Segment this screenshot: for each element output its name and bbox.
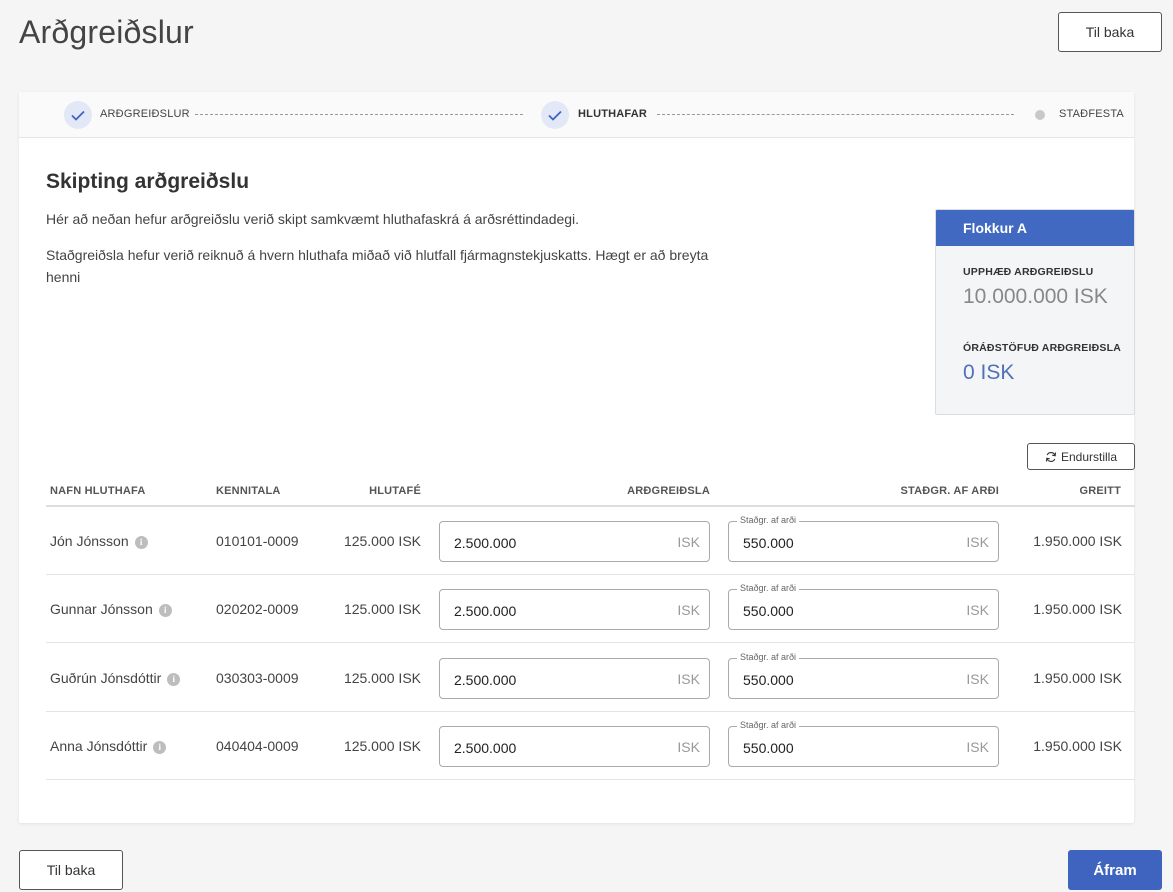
main-card: ARÐGREIÐSLUR HLUTHAFAR STAÐFESTA Skiptin… bbox=[19, 92, 1135, 823]
next-button[interactable]: Áfram bbox=[1068, 850, 1162, 890]
info-icon[interactable]: i bbox=[153, 740, 167, 754]
header-name: NAFN HLUTHAFA bbox=[50, 485, 146, 497]
step-1-label: ARÐGREIÐSLUR bbox=[100, 108, 190, 120]
greitt-cell: 1.950.000 ISK bbox=[1033, 601, 1122, 617]
back-button-top[interactable]: Til baka bbox=[1058, 12, 1162, 52]
step-connector-2 bbox=[657, 114, 1014, 115]
shareholder-name-text: Anna Jónsdóttir bbox=[50, 738, 148, 754]
hlutafe-cell: 125.000 ISK bbox=[343, 738, 421, 754]
hlutafe-cell: 125.000 ISK bbox=[343, 533, 421, 549]
greitt-cell: 1.950.000 ISK bbox=[1033, 670, 1122, 686]
page-title: Arðgreiðslur bbox=[19, 14, 194, 50]
info-icon[interactable]: i bbox=[134, 535, 148, 549]
description-2-line-2: henni bbox=[46, 269, 81, 285]
shareholder-name-text: Guðrún Jónsdóttir bbox=[50, 670, 162, 686]
stadgr-value: 550.000 bbox=[743, 740, 794, 756]
greitt-cell: 1.950.000 ISK bbox=[1033, 533, 1122, 549]
ardgreidsla-unit: ISK bbox=[677, 671, 700, 687]
header-stadgr: STAÐGR. AF ARÐI bbox=[900, 485, 999, 497]
stadgr-value: 550.000 bbox=[743, 603, 794, 619]
stadgr-value: 550.000 bbox=[743, 535, 794, 551]
kennitala-cell: 010101-0009 bbox=[216, 533, 299, 549]
step-1-check-icon bbox=[64, 101, 92, 129]
kennitala-cell: 040404-0009 bbox=[216, 738, 299, 754]
stadgr-unit: ISK bbox=[966, 602, 989, 618]
info-icon[interactable]: i bbox=[158, 603, 172, 617]
refresh-icon bbox=[1045, 451, 1057, 462]
ardgreidsla-value: 2.500.000 bbox=[454, 603, 517, 619]
stadgr-unit: ISK bbox=[966, 739, 989, 755]
shareholder-name-text: Gunnar Jónsson bbox=[50, 601, 153, 617]
amount-value: 10.000.000 ISK bbox=[963, 285, 1108, 308]
step-3-label: STAÐFESTA bbox=[1059, 108, 1124, 120]
stadgr-input[interactable]: Staðgr. af arði 550.000 ISK bbox=[728, 515, 999, 562]
step-connector-1 bbox=[195, 114, 523, 115]
header-hlutafe: HLUTAFÉ bbox=[369, 485, 421, 497]
hlutafe-cell: 125.000 ISK bbox=[343, 670, 421, 686]
back-button-bottom[interactable]: Til baka bbox=[19, 850, 123, 890]
section-title: Skipting arðgreiðslu bbox=[46, 170, 250, 193]
amount-label: UPPHÆÐ ARÐGREIÐSLU bbox=[963, 266, 1094, 278]
ardgreidsla-input[interactable]: 2.500.000 ISK bbox=[439, 521, 710, 562]
ardgreidsla-unit: ISK bbox=[677, 534, 700, 550]
stadgr-unit: ISK bbox=[966, 671, 989, 687]
stepper: ARÐGREIÐSLUR HLUTHAFAR STAÐFESTA bbox=[19, 92, 1134, 138]
step-2-check-icon bbox=[541, 101, 569, 129]
step-2-label: HLUTHAFAR bbox=[578, 108, 648, 120]
ardgreidsla-unit: ISK bbox=[677, 602, 700, 618]
stadgr-float-label: Staðgr. af arði bbox=[737, 720, 800, 730]
ardgreidsla-input[interactable]: 2.500.000 ISK bbox=[439, 726, 710, 767]
ardgreidsla-input[interactable]: 2.500.000 ISK bbox=[439, 589, 710, 630]
header-kennitala: KENNITALA bbox=[216, 485, 281, 497]
kennitala-cell: 030303-0009 bbox=[216, 670, 299, 686]
unallocated-label: ÓRÁÐSTÖFUÐ ARÐGREIÐSLA bbox=[963, 342, 1122, 354]
summary-box: Flokkur A UPPHÆÐ ARÐGREIÐSLU 10.000.000 … bbox=[935, 209, 1135, 415]
shareholder-name: Gunnar Jónsson i bbox=[50, 601, 172, 617]
stadgr-float-label: Staðgr. af arði bbox=[737, 652, 800, 662]
table-row: Gunnar Jónsson i 020202-0009 125.000 ISK 2.5… bbox=[46, 575, 1135, 643]
description-2-line-1: Staðgreiðsla hefur verið reiknuð á hvern… bbox=[46, 247, 709, 263]
unallocated-value: 0 ISK bbox=[963, 361, 1015, 384]
shareholder-name: Jón Jónsson i bbox=[50, 533, 148, 549]
hlutafe-cell: 125.000 ISK bbox=[343, 601, 421, 617]
shareholder-name-text: Jón Jónsson bbox=[50, 533, 129, 549]
stadgr-float-label: Staðgr. af arði bbox=[737, 583, 800, 593]
table-row: Anna Jónsdóttir i 040404-0009 125.000 ISK 2.… bbox=[46, 712, 1135, 780]
ardgreidsla-input[interactable]: 2.500.000 ISK bbox=[439, 658, 710, 699]
greitt-cell: 1.950.000 ISK bbox=[1033, 738, 1122, 754]
reset-label: Endurstilla bbox=[1060, 449, 1118, 464]
stadgr-float-label: Staðgr. af arði bbox=[737, 515, 800, 525]
header-greitt: GREITT bbox=[1079, 485, 1121, 497]
ardgreidsla-unit: ISK bbox=[677, 739, 700, 755]
description-1: Hér að neðan hefur arðgreiðslu verið ski… bbox=[46, 211, 580, 227]
stadgr-input[interactable]: Staðgr. af arði 550.000 ISK bbox=[728, 583, 999, 630]
info-icon[interactable]: i bbox=[167, 672, 181, 686]
shareholder-name: Anna Jónsdóttir i bbox=[50, 738, 167, 754]
shareholder-name: Guðrún Jónsdóttir i bbox=[50, 670, 181, 686]
stadgr-input[interactable]: Staðgr. af arði 550.000 ISK bbox=[728, 720, 999, 767]
ardgreidsla-value: 2.500.000 bbox=[454, 672, 517, 688]
ardgreidsla-value: 2.500.000 bbox=[454, 740, 517, 756]
stadgr-value: 550.000 bbox=[743, 672, 794, 688]
stadgr-input[interactable]: Staðgr. af arði 550.000 ISK bbox=[728, 652, 999, 699]
kennitala-cell: 020202-0009 bbox=[216, 601, 299, 617]
table-row: Guðrún Jónsdóttir i 030303-0009 125.000 ISK… bbox=[46, 644, 1135, 712]
ardgreidsla-value: 2.500.000 bbox=[454, 535, 517, 551]
stadgr-unit: ISK bbox=[966, 534, 989, 550]
table-row: Jón Jónsson i 010101-0009 125.000 ISK 2.500.… bbox=[46, 507, 1135, 575]
reset-button[interactable]: Endurstilla bbox=[1027, 443, 1135, 470]
header-ardgreidsla: ARÐGREIÐSLA bbox=[627, 485, 710, 497]
summary-title: Flokkur A bbox=[936, 210, 1134, 246]
step-3-dot-icon bbox=[1035, 110, 1045, 120]
